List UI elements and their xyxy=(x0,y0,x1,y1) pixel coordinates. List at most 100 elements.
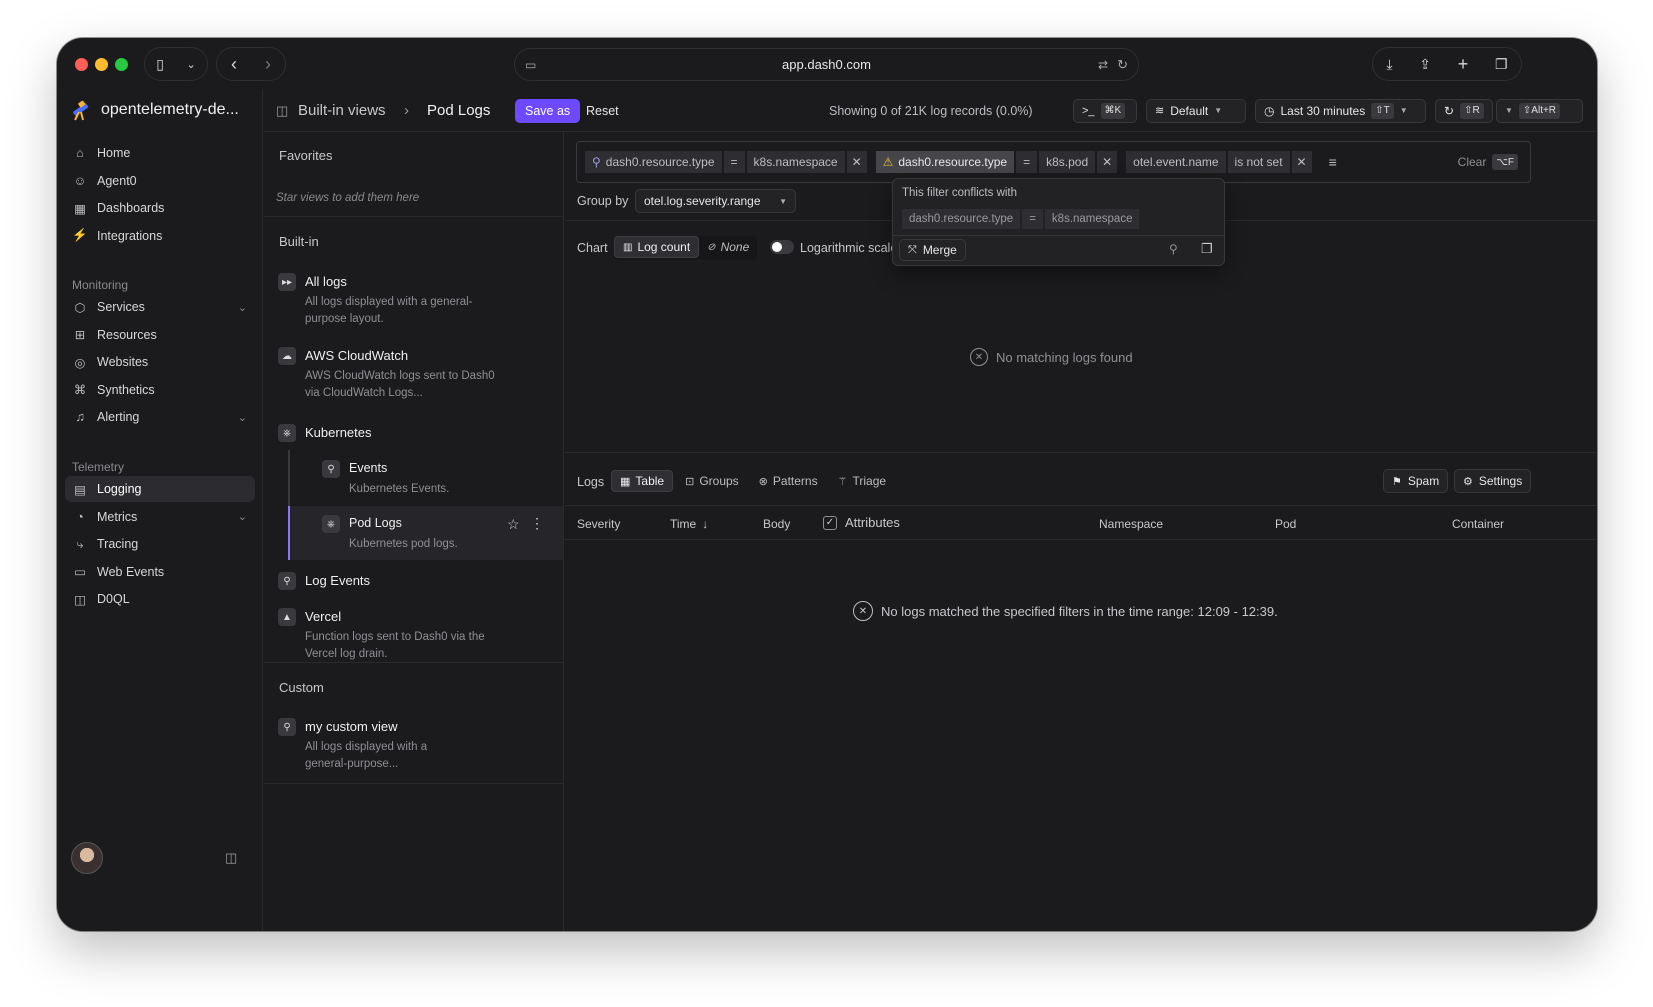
view-item-all-logs[interactable]: ▸▸ All logs All logs displayed with a ge… xyxy=(278,273,548,333)
remove-filter-icon[interactable]: ✕ xyxy=(1291,151,1312,173)
maximize-window-button[interactable] xyxy=(115,58,128,71)
filter-operator[interactable]: = xyxy=(1016,151,1038,173)
view-item-aws-cloudwatch[interactable]: ☁ AWS CloudWatch AWS CloudWatch logs sen… xyxy=(278,347,548,407)
filter-operator[interactable]: is not set xyxy=(1227,151,1290,173)
reset-button[interactable]: Reset xyxy=(586,104,619,118)
close-window-button[interactable] xyxy=(75,58,88,71)
log-count-tab[interactable]: ▥ Log count xyxy=(614,236,700,258)
sidebar-item-d0ql[interactable]: ◫ D0QL xyxy=(65,586,255,612)
refresh-button[interactable]: ↻ ⇧R xyxy=(1435,98,1493,123)
copy-icon[interactable]: ❐ xyxy=(1201,241,1213,257)
org-switcher[interactable]: opentelemetry-de... xyxy=(69,98,239,122)
view-item-vercel[interactable]: ▲ Vercel Function logs sent to Dash0 via… xyxy=(278,608,548,668)
chevron-down-icon[interactable]: ⌄ xyxy=(238,301,247,314)
sidebar-item-dashboards[interactable]: ▦ Dashboards xyxy=(65,195,255,221)
page-settings-icon[interactable]: ▭ xyxy=(525,58,536,72)
auto-refresh-dropdown[interactable]: ▼ ⇧Alt+R xyxy=(1496,98,1583,123)
none-tab[interactable]: ⊘ None xyxy=(699,236,757,258)
command-palette-button[interactable]: >_ ⌘K xyxy=(1073,98,1137,123)
patterns-tab[interactable]: ⊗ Patterns xyxy=(751,470,826,492)
filter-pill[interactable]: otel.event.name is not set ✕ xyxy=(1126,151,1312,173)
filter-operator[interactable]: = xyxy=(723,151,745,173)
filter-options-icon[interactable]: ≡ xyxy=(1329,154,1337,170)
filter-key[interactable]: ⚠ dash0.resource.type xyxy=(875,151,1015,173)
sidebar-item-agent0[interactable]: ☺ Agent0 xyxy=(65,168,255,194)
group-by-select[interactable]: otel.log.severity.range ▼ xyxy=(635,189,796,213)
breadcrumb-root[interactable]: Built-in views xyxy=(298,102,386,119)
view-item-my-custom-view[interactable]: ⚲ my custom view All logs displayed with… xyxy=(278,718,548,778)
sidebar-item-metrics[interactable]: ◔ Metrics ⌄ xyxy=(65,504,255,530)
sidebar-item-tracing[interactable]: ⤷ Tracing xyxy=(65,531,255,557)
column-container[interactable]: Container xyxy=(1452,517,1504,531)
column-namespace[interactable]: Namespace xyxy=(1099,517,1163,531)
table-tab[interactable]: ▦ Table xyxy=(611,470,674,492)
time-range-picker[interactable]: ◷ Last 30 minutes ⇧T ▼ xyxy=(1255,98,1426,123)
collapse-sidebar-icon[interactable]: ◫ xyxy=(225,850,237,866)
spam-button[interactable]: ⚑ Spam xyxy=(1383,469,1449,493)
view-item-log-events[interactable]: ⚲ Log Events xyxy=(278,572,548,594)
sidebar-item-synthetics[interactable]: ⌘ Synthetics xyxy=(65,377,255,403)
more-options-icon[interactable]: ⋮ xyxy=(530,515,544,532)
checkbox-icon[interactable]: ✓ xyxy=(823,515,837,530)
sidebar-item-websites[interactable]: ◎ Websites xyxy=(65,349,255,375)
default-layout-dropdown[interactable]: ≋ Default ▼ xyxy=(1146,98,1246,123)
remove-filter-icon[interactable]: ✕ xyxy=(1097,151,1118,173)
panel-toggle-icon[interactable]: ◫ xyxy=(276,103,288,119)
log-scale-toggle[interactable] xyxy=(770,240,794,254)
reload-icon[interactable]: ↻ xyxy=(1117,57,1128,73)
pin-icon[interactable]: ⚲ xyxy=(1169,242,1178,256)
sidebar-toggle-icon[interactable]: ▯ xyxy=(156,56,164,73)
column-pod[interactable]: Pod xyxy=(1275,517,1296,531)
view-item-events[interactable]: ⚲ Events Kubernetes Events. xyxy=(322,460,542,500)
groups-tab[interactable]: ⊡ Groups xyxy=(677,470,747,492)
user-avatar[interactable] xyxy=(71,842,103,874)
sidebar-item-home[interactable]: ⌂ Home xyxy=(65,140,255,166)
column-body[interactable]: Body xyxy=(763,517,790,531)
save-as-button[interactable]: Save as xyxy=(515,98,581,123)
sidebar-item-integrations[interactable]: ⚡ Integrations xyxy=(65,223,255,249)
filter-pill-conflict[interactable]: ⚠ dash0.resource.type = k8s.pod ✕ xyxy=(875,151,1118,173)
sidebar-item-alerting[interactable]: ♫ Alerting ⌄ xyxy=(65,404,255,430)
column-time[interactable]: Time ↓ xyxy=(670,517,708,531)
column-attributes[interactable]: ✓ Attributes xyxy=(823,515,900,530)
filter-key[interactable]: ⚲ dash0.resource.type xyxy=(585,151,722,173)
sidebar-item-web-events[interactable]: ▭ Web Events xyxy=(65,559,255,585)
share-icon[interactable]: ⇪ xyxy=(1419,56,1431,73)
chevron-down-icon[interactable]: ⌄ xyxy=(238,510,247,523)
monitoring-section-title: Monitoring xyxy=(72,278,129,292)
star-icon[interactable]: ☆ xyxy=(507,516,520,533)
download-icon[interactable]: ⤓ xyxy=(1386,56,1392,73)
settings-button[interactable]: ⚙ Settings xyxy=(1454,469,1532,493)
chart-mode-toggle[interactable]: ▥ Log count ⊘ None xyxy=(614,236,758,260)
filter-bar[interactable]: ⚲ dash0.resource.type = k8s.namespace ✕ ⚠… xyxy=(576,141,1531,183)
sidebar-toggle-group[interactable]: ▯ ⌄ xyxy=(144,47,208,81)
filter-key[interactable]: otel.event.name xyxy=(1126,151,1226,173)
divider xyxy=(264,216,563,217)
table-icon: ▦ xyxy=(620,475,631,488)
sidebar-item-services[interactable]: ⬡ Services ⌄ xyxy=(65,294,255,320)
clear-filters-button[interactable]: Clear ⌥F xyxy=(1458,154,1518,170)
forward-arrow-icon[interactable]: › xyxy=(265,54,271,75)
merge-button[interactable]: ⤧ Merge xyxy=(899,239,966,261)
back-arrow-icon[interactable]: ‹ xyxy=(231,54,237,75)
dashboard-icon: ▦ xyxy=(74,201,86,216)
minimize-window-button[interactable] xyxy=(95,58,108,71)
view-item-kubernetes[interactable]: ⎈ Kubernetes xyxy=(278,424,548,446)
view-title: Kubernetes xyxy=(305,425,372,440)
sidebar-item-resources[interactable]: ⊞ Resources xyxy=(65,322,255,348)
favorites-title: Favorites xyxy=(279,148,333,163)
remove-filter-icon[interactable]: ✕ xyxy=(846,151,867,173)
sidebar-item-logging[interactable]: ▤ Logging xyxy=(65,476,255,502)
filter-value[interactable]: k8s.pod xyxy=(1039,151,1096,173)
new-tab-icon[interactable]: + xyxy=(1458,54,1469,75)
chevron-down-icon[interactable]: ⌄ xyxy=(187,58,196,71)
triage-tab[interactable]: ⚚ Triage xyxy=(830,470,894,492)
address-bar[interactable]: ▭ app.dash0.com ⇄ ↻ xyxy=(514,48,1139,81)
tabs-overview-icon[interactable]: ❐ xyxy=(1495,56,1508,73)
refresh-shortcut: ⇧R xyxy=(1460,102,1484,119)
chevron-down-icon[interactable]: ⌄ xyxy=(238,411,247,424)
filter-value[interactable]: k8s.namespace xyxy=(746,151,845,173)
filter-pill[interactable]: ⚲ dash0.resource.type = k8s.namespace ✕ xyxy=(585,151,867,173)
translate-icon[interactable]: ⇄ xyxy=(1098,58,1108,72)
column-severity[interactable]: Severity xyxy=(577,517,620,531)
